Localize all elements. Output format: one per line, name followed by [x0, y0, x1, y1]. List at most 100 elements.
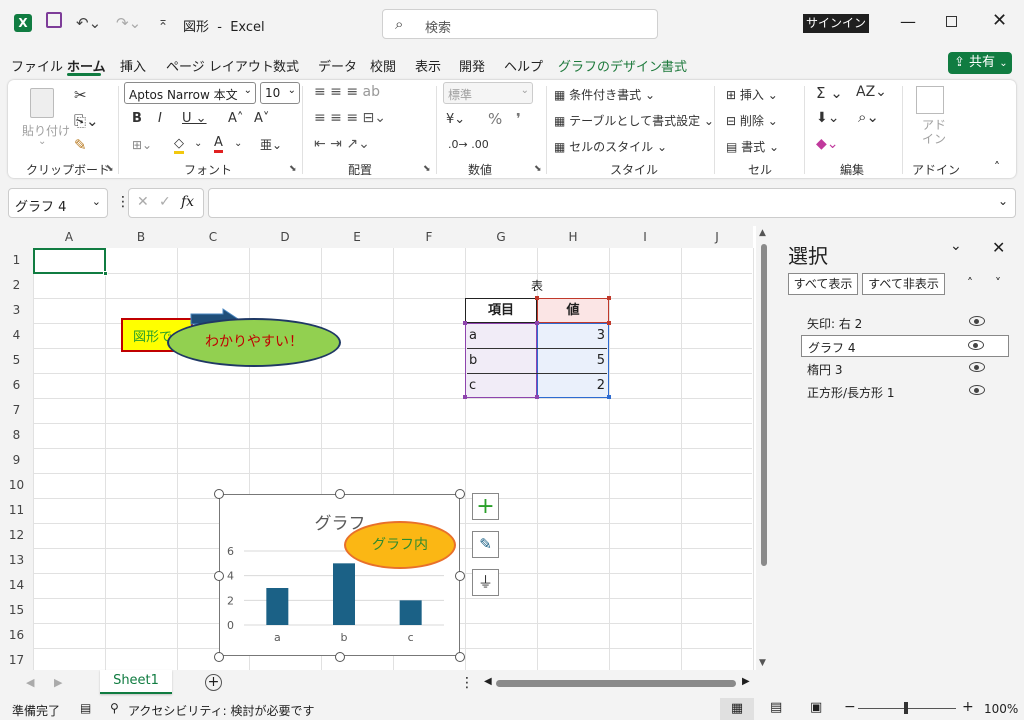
table-header-item[interactable]: 項目 [465, 298, 537, 323]
add-sheet-button[interactable]: + [205, 674, 222, 691]
column-header-h[interactable]: H [537, 226, 609, 248]
visibility-eye-icon[interactable] [969, 362, 985, 372]
visibility-eye-icon[interactable] [968, 340, 984, 350]
row-header-13[interactable]: 13 [0, 548, 33, 573]
row-header-14[interactable]: 14 [0, 573, 33, 598]
cell-styles-button[interactable]: ▦ セルのスタイル ⌄ [554, 138, 667, 155]
bold-icon[interactable]: B [132, 111, 142, 126]
alignment-launcher-icon[interactable]: ⬊ [423, 164, 431, 174]
copy-icon[interactable]: ⎘⌄ [74, 112, 99, 130]
tab-chart-design[interactable]: グラフのデザイン [558, 56, 662, 75]
bar-a[interactable] [266, 588, 289, 625]
close-button[interactable]: ✕ [992, 10, 1007, 31]
table-header-value[interactable]: 値 [537, 298, 609, 323]
comma-icon[interactable]: ❜ [516, 110, 521, 128]
pane-item-chart[interactable]: グラフ 4 [801, 335, 1009, 357]
format-painter-icon[interactable]: ✎ [74, 136, 87, 154]
indent-icon[interactable]: ⇤ ⇥ ↗⌄ [314, 136, 370, 152]
column-header-j[interactable]: J [681, 226, 753, 248]
pane-close-icon[interactable]: ✕ [992, 238, 1005, 257]
prev-sheet-icon[interactable]: ◀ [26, 676, 34, 689]
shrink-font-icon[interactable]: A˅ [254, 111, 269, 126]
chart[interactable]: グラフ 6420abc グラフ内 [219, 494, 460, 656]
more-icon[interactable]: ⋮ [460, 675, 474, 691]
column-header-b[interactable]: B [105, 226, 177, 248]
formula-input[interactable] [208, 188, 1016, 218]
row-header-6[interactable]: 6 [0, 373, 33, 398]
share-button[interactable]: ⇪ 共有 ⌄ [948, 52, 1012, 74]
page-layout-view-icon[interactable]: ▤ [770, 700, 782, 715]
page-break-view-icon[interactable]: ▣ [810, 700, 822, 715]
increase-decimal-icon[interactable]: .0→ .00 [448, 138, 489, 151]
font-launcher-icon[interactable]: ⬊ [289, 164, 297, 174]
resize-handle[interactable] [334, 489, 345, 499]
row-header-17[interactable]: 17 [0, 648, 33, 673]
font-size-select[interactable]: 10 ⌄ [260, 82, 300, 104]
sheet-tab-sheet1[interactable]: Sheet1 [100, 670, 172, 694]
align-left-icon[interactable]: ≡ ≡ ≡ ⊟⌄ [314, 110, 386, 126]
search-box[interactable]: ⌕ 検索 [382, 9, 658, 39]
restore-button[interactable] [946, 16, 957, 27]
number-launcher-icon[interactable]: ⬊ [534, 164, 542, 174]
row-header-3[interactable]: 3 [0, 298, 33, 323]
bring-forward-button[interactable]: ˄ [958, 273, 982, 295]
macro-record-icon[interactable]: ▤ [80, 701, 91, 715]
find-icon[interactable]: ⌕⌄ [858, 108, 879, 126]
accessibility-status[interactable]: アクセシビリティ: 検討が必要です [128, 702, 315, 719]
tab-file[interactable]: ファイル [11, 56, 63, 75]
column-header-e[interactable]: E [321, 226, 393, 248]
zoom-slider-thumb[interactable] [904, 702, 908, 714]
column-header-i[interactable]: I [609, 226, 681, 248]
row-header-12[interactable]: 12 [0, 523, 33, 548]
hide-all-button[interactable]: すべて非表示 [862, 273, 945, 295]
zoom-in-icon[interactable]: + [962, 699, 974, 715]
tab-review[interactable]: 校閲 [370, 56, 396, 75]
row-header-11[interactable]: 11 [0, 498, 33, 523]
align-top-icon[interactable]: ≡ ≡ ≡ ab [314, 84, 380, 100]
grow-font-icon[interactable]: A˄ [228, 111, 243, 126]
sort-filter-icon[interactable]: AZ⌄ [856, 84, 887, 100]
insert-function-icon[interactable]: fx [181, 194, 194, 210]
redo-icon[interactable]: ↷⌄ [116, 14, 141, 32]
chevron-down-icon[interactable]: ⌄ [234, 138, 242, 149]
column-header-a[interactable]: A [33, 226, 105, 248]
chart-plot[interactable]: 6 4 2 0 a b c [220, 495, 460, 655]
fill-color-icon[interactable]: ◇ [174, 136, 184, 154]
percent-icon[interactable]: % [488, 110, 502, 128]
send-backward-button[interactable]: ˅ [986, 273, 1010, 295]
zoom-level[interactable]: 100% [984, 702, 1018, 716]
resize-handle[interactable] [214, 570, 224, 581]
worksheet[interactable]: ABCDEFGHIJ 1 2 3 4 5 6 7 8 9 10 11 12 13 14 15 16 17 表 項… [0, 226, 772, 674]
font-name-select[interactable]: Aptos Narrow 本文 ⌄ [124, 82, 256, 104]
autosum-icon[interactable]: Σ ⌄ [816, 84, 843, 102]
tab-formulas[interactable]: 数式 [273, 56, 299, 75]
row-header-7[interactable]: 7 [0, 398, 33, 423]
paste-icon[interactable] [30, 88, 54, 118]
format-as-table-button[interactable]: ▦ テーブルとして書式設定 ⌄ [554, 112, 714, 129]
conditional-formatting-button[interactable]: ▦ 条件付き書式 ⌄ [554, 86, 655, 103]
chart-elements-button[interactable]: + [472, 493, 499, 520]
customize-qat-icon[interactable]: ⌅ [158, 14, 168, 28]
visibility-eye-icon[interactable] [969, 316, 985, 326]
scroll-left-icon[interactable]: ◀ [484, 676, 492, 687]
row-header-4[interactable]: 4 [0, 323, 33, 348]
signin-button[interactable]: サインイン [803, 14, 869, 33]
minimize-button[interactable]: — [900, 12, 916, 31]
visibility-eye-icon[interactable] [969, 385, 985, 395]
ellipse-shape[interactable]: わかりやすい！ [167, 318, 341, 367]
number-format-select[interactable]: 標準 ⌄ [443, 82, 533, 104]
column-header-g[interactable]: G [465, 226, 537, 248]
table-cell[interactable]: 2 [541, 378, 605, 393]
horizontal-scroll-thumb[interactable] [496, 680, 736, 687]
addins-icon[interactable] [916, 86, 944, 114]
phonetic-icon[interactable]: 亜⌄ [260, 136, 282, 153]
border-icon[interactable]: ⊞⌄ [132, 138, 152, 152]
table-cell[interactable]: b [469, 353, 477, 368]
bar-b[interactable] [333, 563, 355, 625]
undo-icon[interactable]: ↶⌄ [76, 14, 101, 32]
table-cell[interactable]: c [469, 378, 476, 393]
delete-cells-button[interactable]: ⊟ 削除 ⌄ [726, 112, 778, 129]
tab-page-layout[interactable]: ページ レイアウト [166, 56, 274, 75]
row-header-9[interactable]: 9 [0, 448, 33, 473]
resize-handle[interactable] [455, 652, 465, 662]
